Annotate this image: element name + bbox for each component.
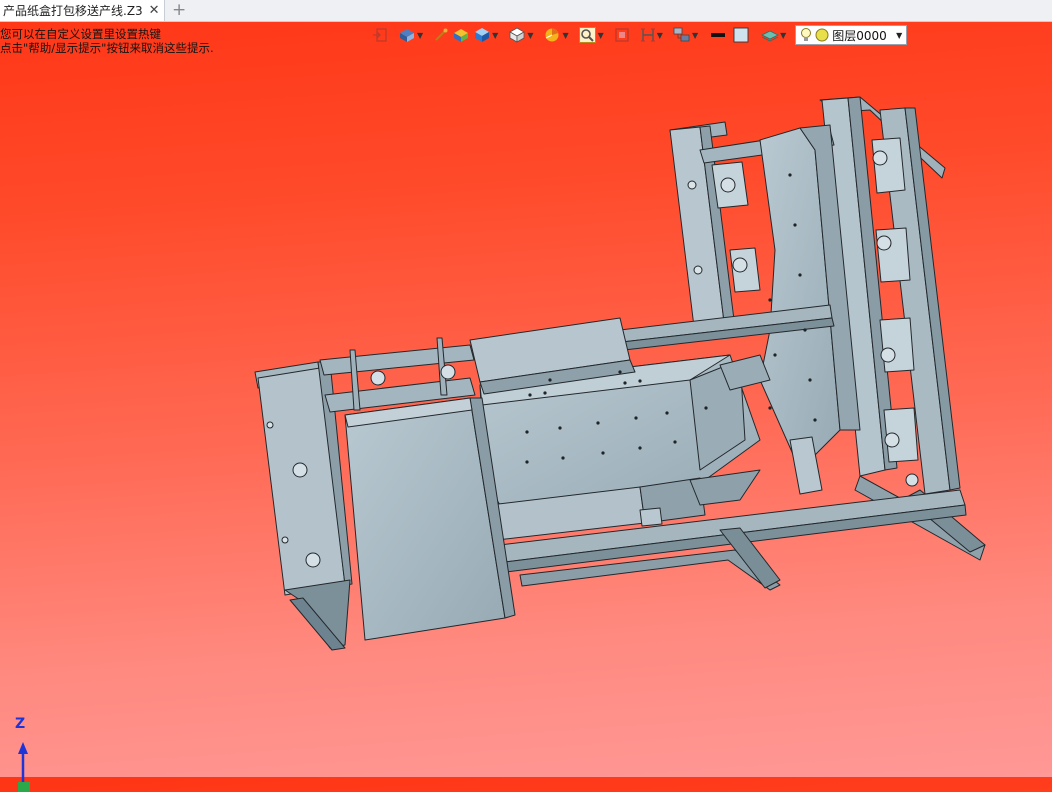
axis-z-label: Z (15, 716, 26, 732)
machine-model (254, 96, 986, 651)
close-icon[interactable]: ✕ (149, 4, 160, 17)
document-tab-title: 产品纸盒打包移送产线.Z3 (3, 4, 143, 18)
document-tab[interactable]: 产品纸盒打包移送产线.Z3 ✕ (0, 0, 165, 21)
3d-viewport[interactable]: Z (0, 22, 1052, 792)
document-tab-bar: 产品纸盒打包移送产线.Z3 ✕ + (0, 0, 1052, 22)
axis-triad (18, 742, 30, 792)
new-tab-icon[interactable]: + (172, 1, 186, 20)
